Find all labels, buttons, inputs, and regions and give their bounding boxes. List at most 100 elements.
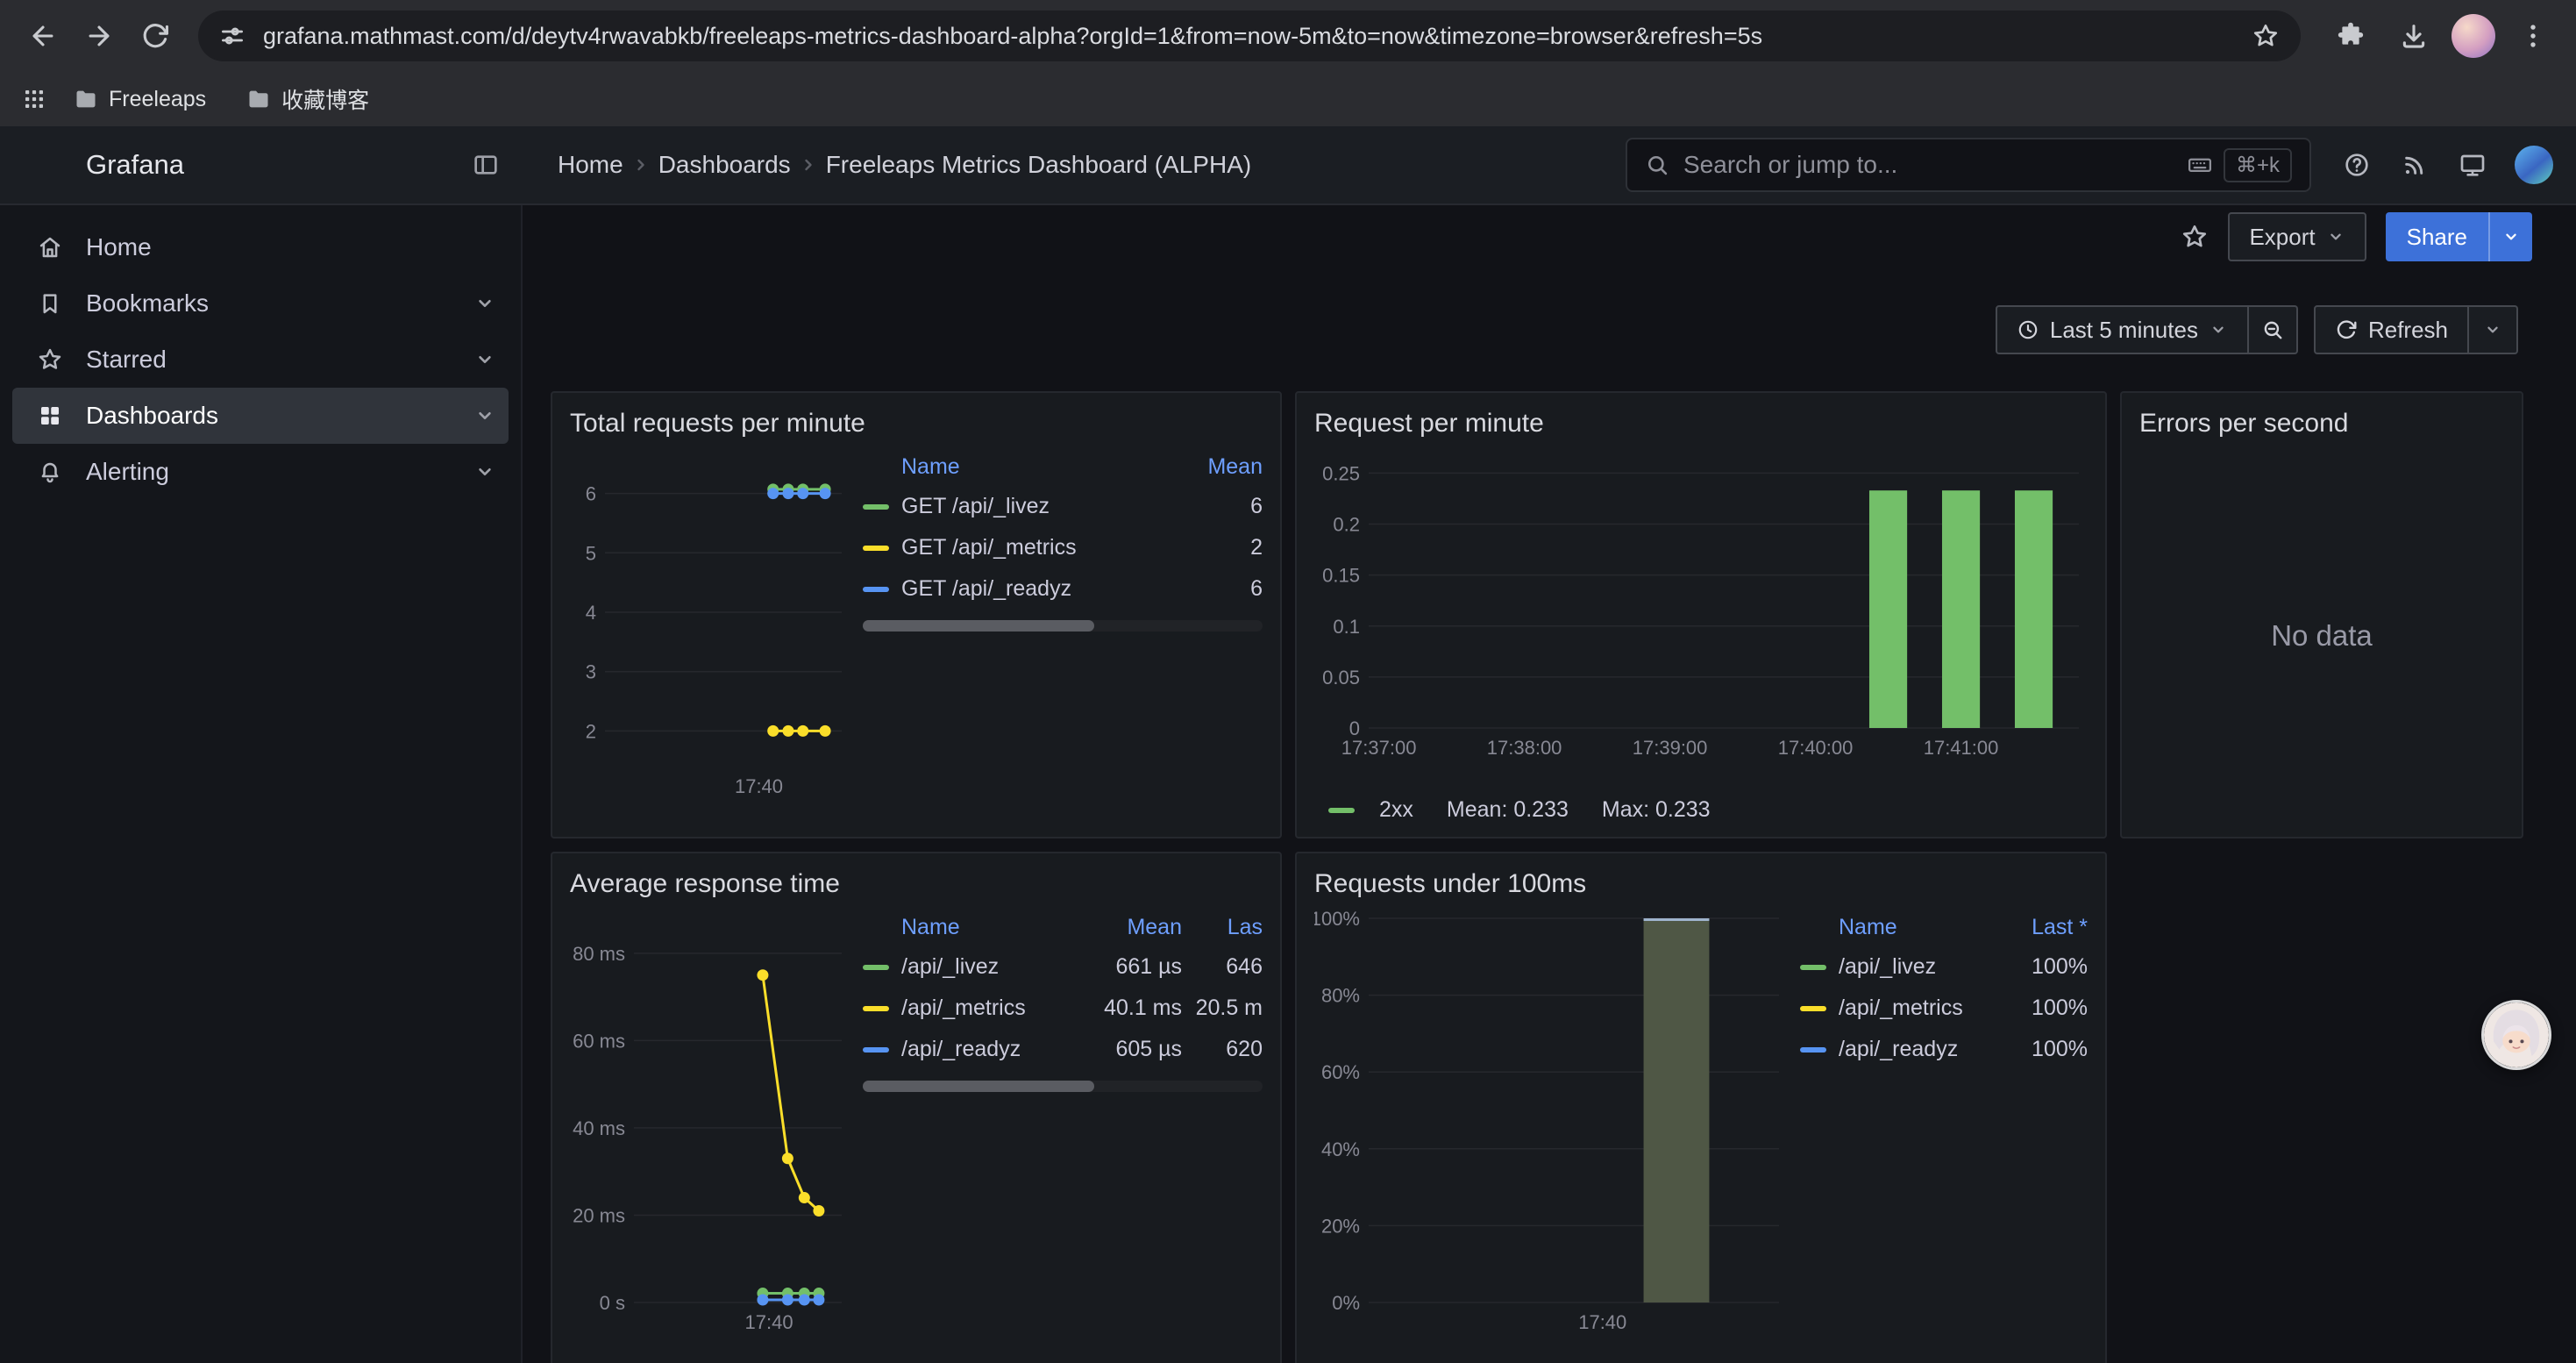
- panel-total-requests: Total requests per minute 2345617:40 Nam…: [551, 391, 1282, 838]
- panel-title[interactable]: Request per minute: [1314, 409, 2088, 439]
- sidebar-item-home[interactable]: Home: [12, 219, 509, 275]
- svg-text:3: 3: [586, 661, 596, 683]
- svg-text:40 ms: 40 ms: [573, 1117, 625, 1139]
- chevron-down-icon[interactable]: [473, 460, 496, 483]
- legend-row[interactable]: GET /api/_livez 6: [863, 486, 1263, 527]
- sidebar-item-dashboards[interactable]: Dashboards: [12, 388, 509, 444]
- svg-text:17:37:00: 17:37:00: [1341, 737, 1417, 759]
- refresh-interval-button[interactable]: [2469, 305, 2518, 354]
- legend-table: Name Mean GET /api/_livez 6 GET /api/_me…: [863, 447, 1263, 824]
- share-button[interactable]: Share: [2386, 212, 2488, 261]
- breadcrumb: Home Dashboards Freeleaps Metrics Dashbo…: [558, 151, 1251, 179]
- legend-header-last[interactable]: Last *: [2000, 915, 2088, 940]
- bookmark-icon: [37, 290, 63, 317]
- svg-text:17:40: 17:40: [735, 775, 783, 797]
- breadcrumb-dashboards[interactable]: Dashboards: [658, 151, 791, 179]
- favorite-dashboard-button[interactable]: [2181, 223, 2209, 251]
- timeseries-chart[interactable]: 2345617:40: [570, 447, 850, 798]
- panel-title[interactable]: Requests under 100ms: [1314, 869, 2088, 899]
- sidebar: Home Bookmarks Starred Dashboards Alerti…: [0, 205, 523, 1363]
- series-name: GET /api/_metrics: [901, 535, 1175, 560]
- legend-row[interactable]: /api/_metrics 100%: [1800, 988, 2088, 1029]
- grafana-brand[interactable]: Grafana: [86, 149, 184, 181]
- grafana-nav-left: Grafana: [0, 145, 523, 185]
- legend-header-mean[interactable]: Mean: [1068, 915, 1182, 940]
- series-name: /api/_metrics: [1839, 995, 2000, 1021]
- bookmarks-bar: Freeleaps 收藏博客: [0, 72, 2576, 126]
- legend-header-last[interactable]: Las: [1182, 915, 1263, 940]
- bookmark-folder-blogs[interactable]: 收藏博客: [232, 78, 383, 120]
- zoom-out-button[interactable]: [2249, 305, 2298, 354]
- series-color-marker: [1800, 1006, 1826, 1011]
- legend-header-name[interactable]: Name: [1839, 915, 2000, 940]
- panel-title[interactable]: Total requests per minute: [570, 409, 1263, 439]
- chevron-down-icon[interactable]: [473, 404, 496, 427]
- chevron-down-icon[interactable]: [473, 348, 496, 371]
- browser-profile-avatar[interactable]: [2451, 14, 2495, 58]
- grafana-logo[interactable]: [26, 145, 67, 185]
- refresh-button[interactable]: Refresh: [2314, 305, 2469, 354]
- legend-header-mean[interactable]: Mean: [1175, 454, 1263, 480]
- time-controls: Last 5 minutes Refresh: [523, 268, 2576, 391]
- help-button[interactable]: [2332, 140, 2381, 189]
- share-menu-button[interactable]: [2488, 212, 2532, 261]
- legend-series[interactable]: 2xx: [1328, 797, 1413, 823]
- legend-row[interactable]: /api/_readyz 100%: [1800, 1029, 2088, 1070]
- scrollbar-thumb[interactable]: [863, 1081, 1094, 1092]
- legend-header-name[interactable]: Name: [901, 915, 1068, 940]
- legend-scrollbar[interactable]: [863, 620, 1263, 632]
- scrollbar-thumb[interactable]: [863, 620, 1094, 632]
- apps-grid-icon[interactable]: [21, 86, 47, 112]
- export-button[interactable]: Export: [2228, 212, 2366, 261]
- legend-row[interactable]: GET /api/_readyz 6: [863, 568, 1263, 610]
- chevron-right-icon: [798, 154, 819, 175]
- back-button[interactable]: [18, 11, 68, 61]
- chat-avatar-widget[interactable]: [2481, 1000, 2551, 1070]
- breadcrumb-home[interactable]: Home: [558, 151, 623, 179]
- site-controls-icon[interactable]: [219, 23, 246, 49]
- sidebar-item-starred[interactable]: Starred: [12, 332, 509, 388]
- legend-header-name[interactable]: Name: [901, 454, 1175, 480]
- series-color-marker: [863, 1006, 889, 1011]
- browser-menu-button[interactable]: [2508, 11, 2558, 61]
- time-range-picker[interactable]: Last 5 minutes: [1996, 305, 2249, 354]
- user-avatar[interactable]: [2515, 146, 2553, 184]
- zoom-out-icon: [2261, 318, 2284, 341]
- svg-text:0%: 0%: [1332, 1292, 1360, 1314]
- browser-toolbar: grafana.mathmast.com/d/deytv4rwavabkb/fr…: [0, 0, 2576, 72]
- extensions-button[interactable]: [2325, 11, 2376, 61]
- series-color-marker: [1800, 1047, 1826, 1053]
- grafana-header-actions: [2332, 140, 2553, 189]
- news-button[interactable]: [2390, 140, 2439, 189]
- bookmark-folder-freeleaps[interactable]: Freeleaps: [60, 82, 220, 118]
- forward-button[interactable]: [74, 11, 125, 61]
- chevron-down-icon[interactable]: [473, 292, 496, 315]
- series-last: 100%: [2000, 954, 2088, 980]
- bookmark-folder-label: Freeleaps: [109, 87, 206, 112]
- panel-title[interactable]: Errors per second: [2139, 409, 2504, 439]
- panel-title[interactable]: Average response time: [570, 869, 1263, 899]
- legend-row[interactable]: /api/_readyz 605 µs 620: [863, 1029, 1263, 1070]
- kiosk-mode-button[interactable]: [2448, 140, 2497, 189]
- sidebar-item-bookmarks[interactable]: Bookmarks: [12, 275, 509, 332]
- url-text[interactable]: grafana.mathmast.com/d/deytv4rwavabkb/fr…: [263, 23, 2234, 50]
- search-input[interactable]: Search or jump to... ⌘+k: [1626, 138, 2311, 192]
- bar-chart[interactable]: 0%20%40%60%80%100%17:40: [1314, 908, 1788, 1334]
- kebab-menu-icon: [2518, 21, 2548, 51]
- legend-row[interactable]: /api/_metrics 40.1 ms 20.5 m: [863, 988, 1263, 1029]
- downloads-button[interactable]: [2388, 11, 2439, 61]
- search-shortcut: ⌘+k: [2187, 148, 2292, 182]
- bar-chart[interactable]: 00.050.10.150.20.2517:37:0017:38:0017:39…: [1314, 447, 2088, 760]
- legend-scrollbar[interactable]: [863, 1081, 1263, 1092]
- bookmark-star-icon[interactable]: [2252, 22, 2280, 50]
- legend-row[interactable]: /api/_livez 661 µs 646: [863, 946, 1263, 988]
- reload-button[interactable]: [130, 11, 181, 61]
- address-bar[interactable]: grafana.mathmast.com/d/deytv4rwavabkb/fr…: [198, 11, 2301, 61]
- dock-menu-button[interactable]: [472, 151, 500, 179]
- timeseries-chart[interactable]: 0 s20 ms40 ms60 ms80 ms17:40: [570, 908, 850, 1334]
- svg-text:0.1: 0.1: [1333, 616, 1360, 638]
- sidebar-item-alerting[interactable]: Alerting: [12, 444, 509, 500]
- legend-row[interactable]: GET /api/_metrics 2: [863, 527, 1263, 568]
- legend-row[interactable]: /api/_livez 100%: [1800, 946, 2088, 988]
- svg-text:17:38:00: 17:38:00: [1487, 737, 1562, 759]
